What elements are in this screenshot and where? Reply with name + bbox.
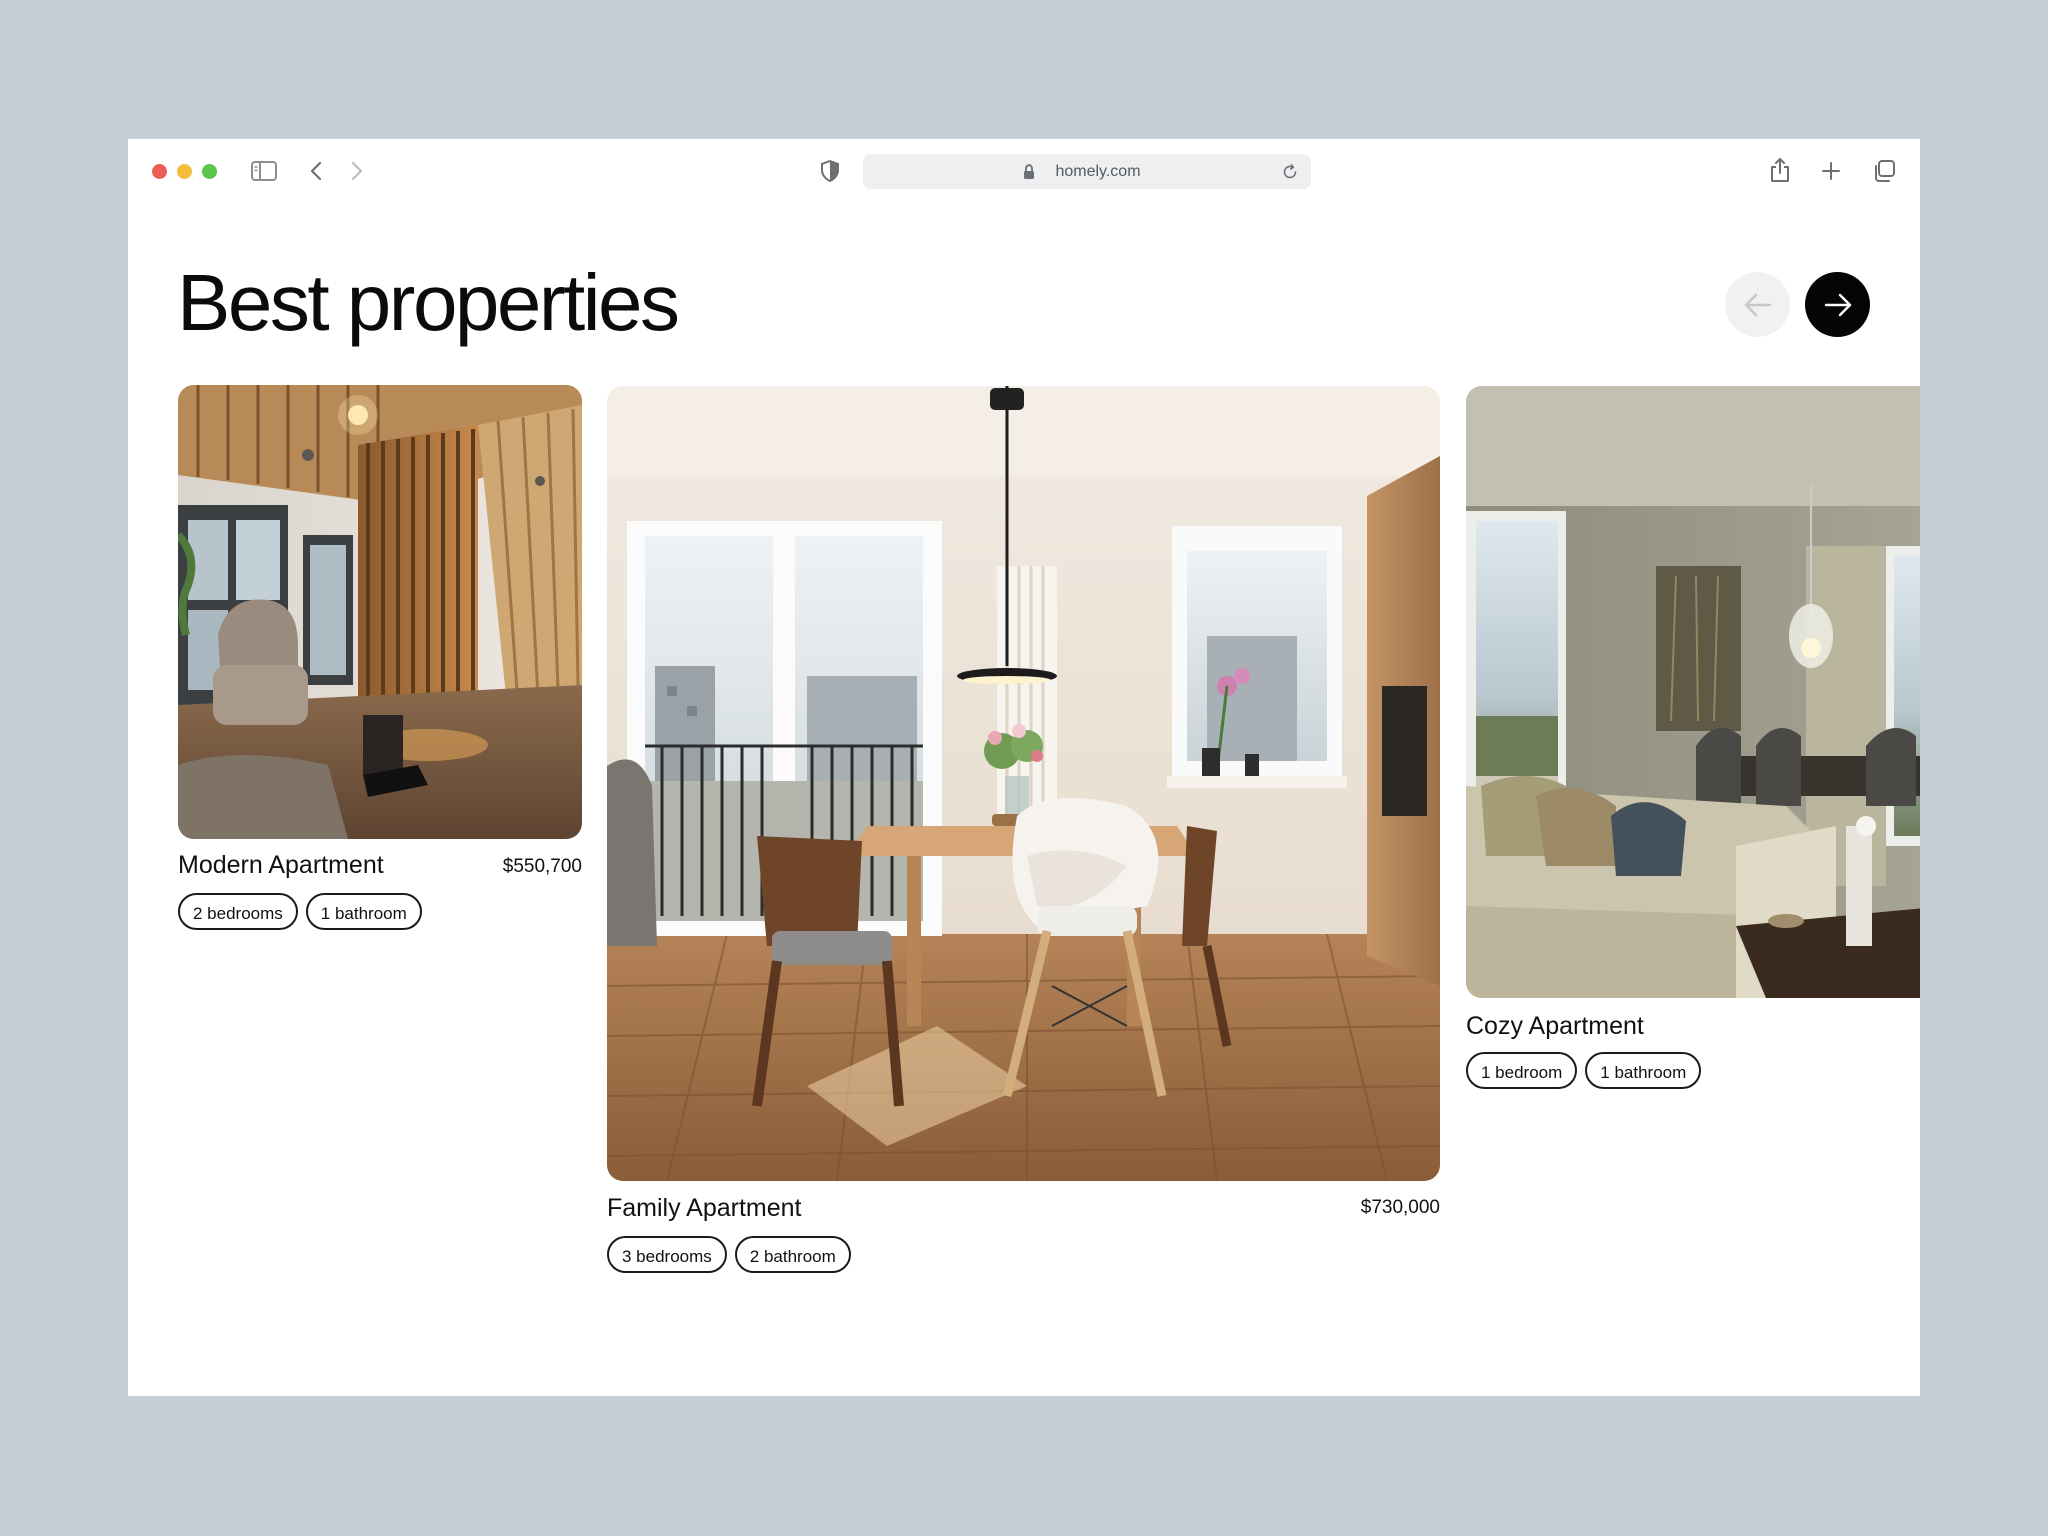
- property-price: $550,700: [502, 856, 582, 877]
- bedrooms-tag: 1 bedroom: [1466, 1052, 1578, 1089]
- close-window-button[interactable]: [152, 164, 167, 179]
- chevron-left-icon[interactable]: [305, 158, 327, 184]
- shield-icon[interactable]: [818, 158, 842, 184]
- arrow-right-icon: [1824, 293, 1851, 316]
- chevron-right-icon[interactable]: [346, 158, 368, 184]
- share-icon[interactable]: [1768, 155, 1792, 185]
- bedrooms-tag: 2 bedrooms: [178, 893, 298, 930]
- bathrooms-tag: 2 bathroom: [734, 1236, 851, 1273]
- property-card-family-apartment[interactable]: Family Apartment $730,000 3 bedrooms 2 b…: [607, 386, 1440, 1276]
- tabs-icon[interactable]: [1871, 158, 1897, 184]
- property-price: $730,000: [1360, 1197, 1440, 1218]
- bathrooms-tag: 1 bathroom: [305, 893, 422, 930]
- browser-window: homely.com Best properties Modern Apartm…: [128, 139, 1920, 1396]
- property-tags: 1 bedroom 1 bathroom: [1466, 1052, 1702, 1089]
- carousel-next-button[interactable]: [1805, 272, 1870, 337]
- property-photo[interactable]: [607, 386, 1440, 1181]
- property-photo[interactable]: [1466, 386, 1920, 998]
- minimize-window-button[interactable]: [177, 164, 192, 179]
- address-bar[interactable]: homely.com: [863, 154, 1311, 189]
- reload-icon[interactable]: [1281, 162, 1299, 181]
- bathrooms-tag: 1 bathroom: [1585, 1052, 1702, 1089]
- page-title: Best properties: [177, 258, 680, 347]
- url-text: homely.com: [1055, 163, 1141, 180]
- property-name[interactable]: Cozy Apartment: [1466, 1012, 1644, 1041]
- browser-toolbar: homely.com: [128, 139, 1920, 203]
- property-name[interactable]: Family Apartment: [607, 1194, 802, 1223]
- sidebar-icon[interactable]: [250, 158, 278, 184]
- carousel-prev-button[interactable]: [1725, 272, 1790, 337]
- property-tags: 3 bedrooms 2 bathroom: [607, 1236, 851, 1273]
- bedrooms-tag: 3 bedrooms: [607, 1236, 727, 1273]
- arrow-left-icon: [1744, 293, 1771, 316]
- property-tags: 2 bedrooms 1 bathroom: [178, 893, 422, 930]
- property-card-cozy-apartment[interactable]: Cozy Apartment 1 bedroom 1 bathroom: [1466, 386, 1920, 1089]
- zoom-window-button[interactable]: [202, 164, 217, 179]
- property-photo[interactable]: [178, 385, 582, 839]
- property-name[interactable]: Modern Apartment: [178, 851, 384, 880]
- property-card-modern-apartment[interactable]: Modern Apartment $550,700 2 bedrooms 1 b…: [178, 385, 582, 930]
- plus-icon[interactable]: [1819, 158, 1843, 184]
